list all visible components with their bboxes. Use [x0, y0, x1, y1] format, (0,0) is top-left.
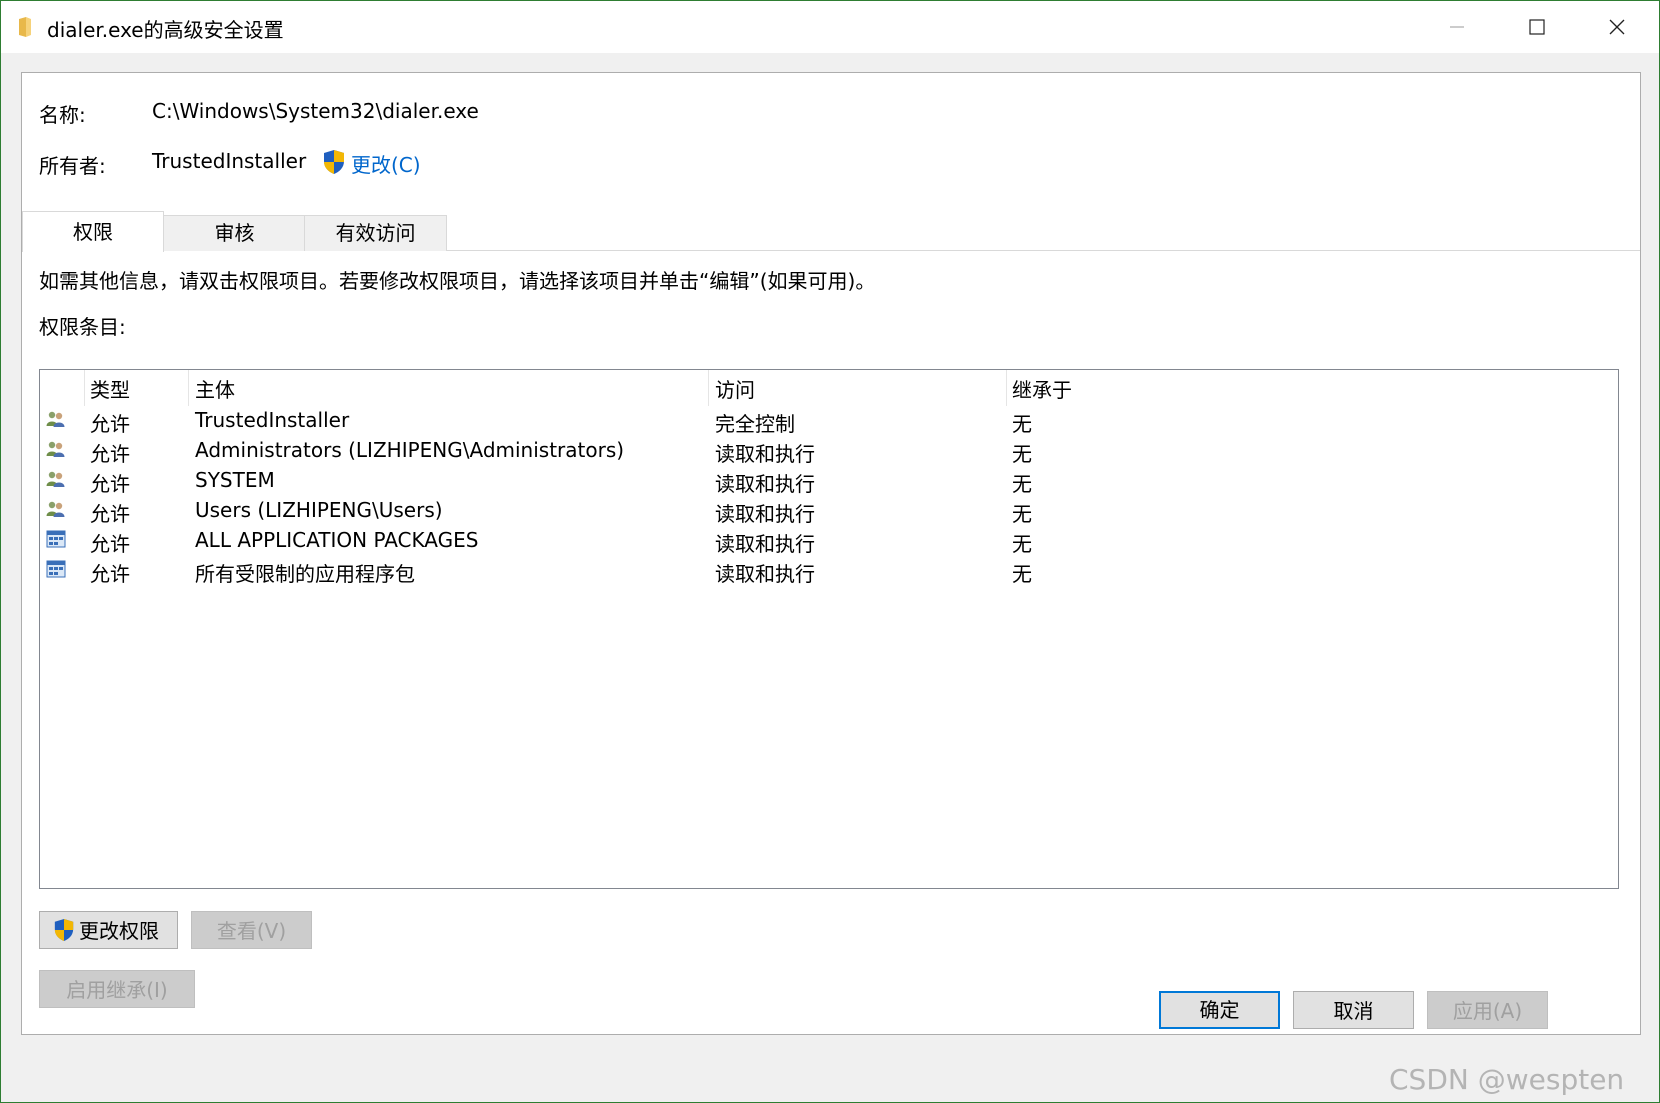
close-button[interactable] [1581, 1, 1653, 53]
access-cell: 读取和执行 [715, 532, 815, 556]
owner-value: TrustedInstaller [152, 149, 307, 173]
tab-strip: 权限 审核 有效访问 [22, 211, 1640, 252]
entries-label: 权限条目: [39, 315, 126, 339]
inherited-cell: 无 [1012, 532, 1032, 556]
type-cell: 允许 [90, 562, 130, 586]
access-cell: 读取和执行 [715, 562, 815, 586]
ok-button[interactable]: 确定 [1159, 991, 1280, 1029]
change-owner-link[interactable]: 更改(C) [351, 149, 421, 178]
change-permissions-label: 更改权限 [79, 919, 159, 943]
principal-cell: 所有受限制的应用程序包 [195, 562, 415, 586]
cancel-button[interactable]: 取消 [1293, 991, 1414, 1029]
table-row[interactable]: 允许 Administrators (LIZHIPENG\Administrat… [40, 434, 1618, 466]
table-row[interactable]: 允许 Users (LIZHIPENG\Users) 读取和执行 无 [40, 494, 1618, 526]
main-panel: 名称: C:\Windows\System32\dialer.exe 所有者: … [21, 72, 1641, 1035]
uac-shield-icon [54, 919, 74, 941]
app-package-icon [46, 560, 66, 578]
type-cell: 允许 [90, 472, 130, 496]
column-separator [188, 370, 189, 406]
security-settings-window: dialer.exe的高级安全设置 名称: C:\Windows\System3… [0, 0, 1660, 1103]
inherited-cell: 无 [1012, 562, 1032, 586]
tab-permissions[interactable]: 权限 [22, 211, 164, 252]
window-title: dialer.exe的高级安全设置 [47, 18, 284, 42]
table-row[interactable]: 允许 ALL APPLICATION PACKAGES 读取和执行 无 [40, 524, 1618, 556]
enable-inheritance-button[interactable]: 启用继承(I) [39, 970, 195, 1008]
folder-icon [19, 17, 31, 37]
title-bar: dialer.exe的高级安全设置 [1, 1, 1659, 53]
maximize-button[interactable] [1501, 1, 1573, 53]
principal-cell: TrustedInstaller [195, 408, 350, 432]
column-header-principal[interactable]: 主体 [195, 374, 235, 403]
principal-cell: ALL APPLICATION PACKAGES [195, 528, 479, 552]
watermark-text: CSDN @wespten [1389, 1063, 1625, 1096]
maximize-icon [1529, 19, 1545, 35]
users-group-icon [46, 471, 65, 487]
app-package-icon [46, 530, 66, 548]
close-icon [1609, 19, 1625, 35]
access-cell: 读取和执行 [715, 472, 815, 496]
view-button[interactable]: 查看(V) [191, 911, 312, 949]
access-cell: 读取和执行 [715, 442, 815, 466]
tab-label: 权限 [73, 220, 113, 244]
name-label: 名称: [39, 103, 86, 127]
column-header-inherited-from[interactable]: 继承于 [1012, 374, 1072, 403]
users-group-icon [46, 411, 65, 427]
access-cell: 读取和执行 [715, 502, 815, 526]
access-cell: 完全控制 [715, 412, 795, 436]
users-group-icon [46, 441, 65, 457]
cancel-label: 取消 [1333, 999, 1374, 1023]
minimize-button[interactable] [1421, 1, 1493, 53]
apply-label: 应用(A) [1452, 999, 1523, 1023]
table-row[interactable]: 允许 TrustedInstaller 完全控制 无 [40, 404, 1618, 436]
description-text: 如需其他信息，请双击权限项目。若要修改权限项目，请选择该项目并单击“编辑”(如果… [39, 269, 876, 293]
inherited-cell: 无 [1012, 412, 1032, 436]
column-header-type[interactable]: 类型 [90, 374, 130, 403]
column-header-access[interactable]: 访问 [715, 374, 755, 403]
tab-auditing[interactable]: 审核 [163, 215, 306, 251]
inherited-cell: 无 [1012, 442, 1032, 466]
apply-button[interactable]: 应用(A) [1427, 991, 1548, 1029]
permission-entries-list[interactable]: 类型 主体 访问 继承于 允许 TrustedInstaller 完全控制 无 [39, 369, 1619, 889]
minimize-icon [1450, 26, 1464, 28]
inherited-cell: 无 [1012, 472, 1032, 496]
type-cell: 允许 [90, 532, 130, 556]
uac-shield-icon [324, 150, 344, 174]
principal-cell: Users (LIZHIPENG\Users) [195, 498, 443, 522]
inherited-cell: 无 [1012, 502, 1032, 526]
tab-effective-access[interactable]: 有效访问 [304, 215, 447, 251]
type-cell: 允许 [90, 442, 130, 466]
column-separator [84, 370, 85, 406]
enable-inheritance-label: 启用继承(I) [66, 978, 168, 1002]
view-label: 查看(V) [216, 919, 287, 943]
column-separator [1006, 370, 1007, 406]
tab-label: 审核 [214, 221, 255, 245]
type-cell: 允许 [90, 502, 130, 526]
users-group-icon [46, 501, 65, 517]
name-value: C:\Windows\System32\dialer.exe [152, 99, 479, 123]
principal-cell: Administrators (LIZHIPENG\Administrators… [195, 438, 625, 462]
owner-label: 所有者: [39, 154, 106, 178]
principal-cell: SYSTEM [195, 468, 275, 492]
tab-label: 有效访问 [335, 221, 416, 245]
change-permissions-button[interactable]: 更改权限 [39, 911, 178, 949]
list-header: 类型 主体 访问 继承于 [40, 370, 1618, 406]
type-cell: 允许 [90, 412, 130, 436]
table-row[interactable]: 允许 所有受限制的应用程序包 读取和执行 无 [40, 554, 1618, 586]
column-separator [708, 370, 709, 406]
table-row[interactable]: 允许 SYSTEM 读取和执行 无 [40, 464, 1618, 496]
ok-label: 确定 [1199, 998, 1240, 1022]
